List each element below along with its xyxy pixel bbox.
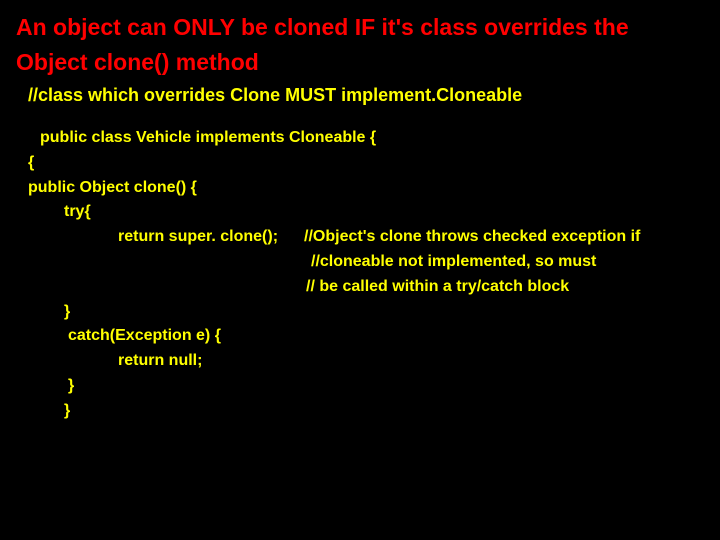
- code-line: }: [28, 374, 706, 399]
- code-comment: // be called within a try/catch block: [28, 275, 706, 300]
- code-line: }: [28, 300, 706, 325]
- code-line: }: [28, 399, 706, 424]
- code-line: return super. clone(); //Object's clone …: [28, 225, 706, 250]
- code-line: catch(Exception e) {: [28, 324, 706, 349]
- code-block: public class Vehicle implements Cloneabl…: [28, 126, 706, 424]
- slide-title: An object can ONLY be cloned IF it's cla…: [14, 10, 706, 79]
- code-line: public Object clone() {: [28, 176, 706, 201]
- slide: An object can ONLY be cloned IF it's cla…: [0, 0, 720, 540]
- code-comment: //Object's clone throws checked exceptio…: [278, 225, 640, 250]
- code-line: return null;: [28, 349, 706, 374]
- code-line: public class Vehicle implements Cloneabl…: [28, 126, 706, 151]
- code-text: return super. clone();: [28, 225, 278, 250]
- code-line: try{: [28, 200, 706, 225]
- code-line: {: [28, 151, 706, 176]
- slide-subtitle: //class which overrides Clone MUST imple…: [28, 85, 706, 106]
- code-comment: //cloneable not implemented, so must: [28, 250, 706, 275]
